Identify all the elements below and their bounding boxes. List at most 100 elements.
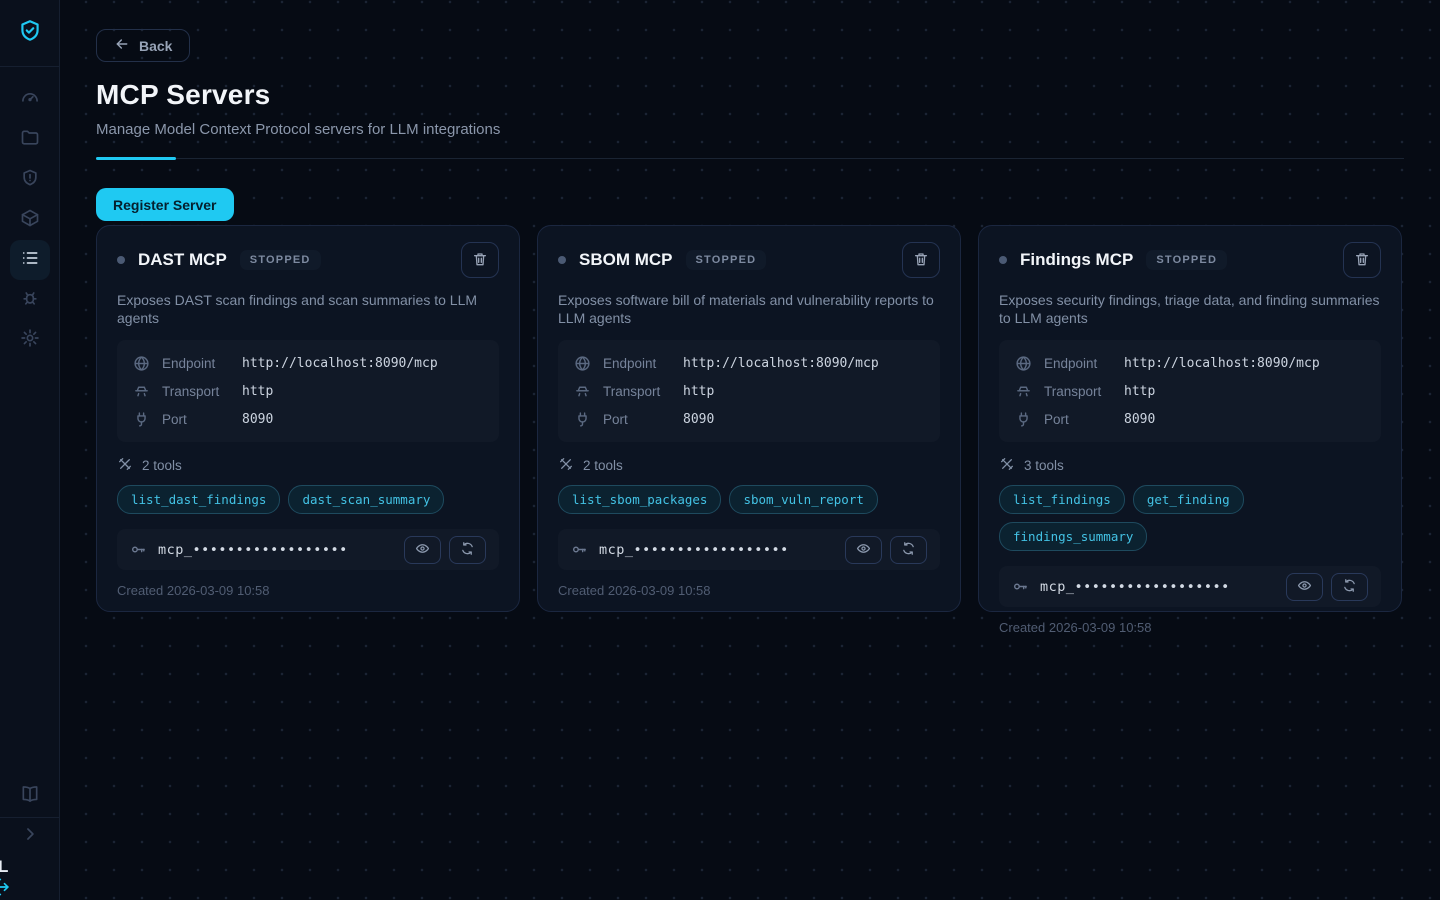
- server-name: DAST MCP: [138, 250, 227, 270]
- detail-row-transport: Transport http: [133, 377, 483, 405]
- plug-icon: [1015, 411, 1032, 428]
- detail-row-port: Port 8090: [1015, 405, 1365, 433]
- back-button-label: Back: [139, 38, 172, 54]
- sidebar-item-projects[interactable]: [10, 120, 50, 160]
- tool-chips: list_findings get_finding findings_summa…: [999, 485, 1381, 551]
- tools-count-line: 3 tools: [999, 456, 1381, 475]
- detail-row-transport: Transport http: [574, 377, 924, 405]
- delete-server-button[interactable]: [902, 242, 940, 278]
- eye-icon: [1297, 578, 1312, 596]
- network-icon: [1015, 383, 1032, 400]
- sidebar-nav: [0, 67, 59, 360]
- tools-count: 2 tools: [142, 458, 182, 473]
- api-key-masked: mcp_••••••••••••••••••: [599, 542, 789, 558]
- network-icon: [574, 383, 591, 400]
- refresh-icon: [460, 541, 475, 559]
- endpoint-label: Endpoint: [1044, 356, 1124, 371]
- reveal-key-button[interactable]: [404, 536, 441, 564]
- sidebar-item-dashboard[interactable]: [10, 80, 50, 120]
- gauge-icon: [20, 88, 40, 113]
- shield-alert-icon: [20, 168, 40, 193]
- server-name: Findings MCP: [1020, 250, 1133, 270]
- shield-check-icon: [17, 18, 43, 49]
- main-content: Back MCP Servers Manage Model Context Pr…: [60, 0, 1440, 900]
- plug-icon: [574, 411, 591, 428]
- status-dot: [999, 256, 1007, 264]
- arrow-left-icon: [114, 36, 130, 55]
- detail-row-port: Port 8090: [133, 405, 483, 433]
- sidebar-item-packages[interactable]: [10, 200, 50, 240]
- sidebar-item-settings[interactable]: [10, 320, 50, 360]
- tool-chips: list_sbom_packages sbom_vuln_report: [558, 485, 940, 514]
- refresh-icon: [901, 541, 916, 559]
- port-label: Port: [603, 412, 683, 427]
- reveal-key-button[interactable]: [845, 536, 882, 564]
- tool-chip: sbom_vuln_report: [729, 485, 877, 514]
- header-divider-accent: [96, 157, 176, 160]
- tool-chip: dast_scan_summary: [288, 485, 444, 514]
- folder-icon: [20, 128, 40, 153]
- sidebar-item-docs[interactable]: [10, 776, 50, 816]
- tool-chip: list_sbom_packages: [558, 485, 721, 514]
- sidebar-expand-button[interactable]: [10, 816, 50, 856]
- trash-icon: [1354, 251, 1370, 270]
- port-value: 8090: [242, 412, 273, 427]
- transport-label: Transport: [162, 384, 242, 399]
- eye-icon: [856, 541, 871, 559]
- sidebar-item-issues[interactable]: [10, 280, 50, 320]
- logout-button[interactable]: [0, 877, 14, 900]
- sidebar-footer-label: L: [0, 857, 8, 877]
- trash-icon: [472, 251, 488, 270]
- app-logo[interactable]: [0, 0, 59, 67]
- api-key-masked: mcp_••••••••••••••••••: [158, 542, 348, 558]
- status-badge: STOPPED: [686, 250, 767, 270]
- key-icon: [571, 541, 588, 558]
- server-card-findings: Findings MCP STOPPED Exposes security fi…: [978, 225, 1402, 612]
- endpoint-value: http://localhost:8090/mcp: [683, 356, 879, 371]
- register-server-button[interactable]: Register Server: [96, 188, 234, 221]
- endpoint-label: Endpoint: [603, 356, 683, 371]
- tools-icon: [117, 456, 133, 475]
- port-label: Port: [162, 412, 242, 427]
- rotate-key-button[interactable]: [890, 536, 927, 564]
- eye-icon: [415, 541, 430, 559]
- header-divider: [96, 157, 1404, 161]
- tools-icon: [558, 456, 574, 475]
- status-dot: [558, 256, 566, 264]
- logout-icon: [0, 884, 14, 900]
- globe-icon: [133, 355, 150, 372]
- status-dot: [117, 256, 125, 264]
- delete-server-button[interactable]: [461, 242, 499, 278]
- rotate-key-button[interactable]: [449, 536, 486, 564]
- card-header: SBOM MCP STOPPED: [558, 242, 940, 278]
- port-label: Port: [1044, 412, 1124, 427]
- tool-chip: findings_summary: [999, 522, 1147, 551]
- package-icon: [20, 208, 40, 233]
- back-button[interactable]: Back: [96, 29, 190, 62]
- server-description: Exposes software bill of materials and v…: [558, 291, 940, 327]
- transport-value: http: [683, 384, 714, 399]
- reveal-key-button[interactable]: [1286, 573, 1323, 601]
- key-icon: [130, 541, 147, 558]
- server-description: Exposes DAST scan findings and scan summ…: [117, 291, 499, 327]
- tools-count-line: 2 tools: [558, 456, 940, 475]
- card-header: DAST MCP STOPPED: [117, 242, 499, 278]
- delete-server-button[interactable]: [1343, 242, 1381, 278]
- server-card-dast: DAST MCP STOPPED Exposes DAST scan findi…: [96, 225, 520, 612]
- rotate-key-button[interactable]: [1331, 573, 1368, 601]
- api-key-panel: mcp_••••••••••••••••••: [558, 529, 940, 570]
- tool-chips: list_dast_findings dast_scan_summary: [117, 485, 499, 514]
- transport-value: http: [242, 384, 273, 399]
- port-value: 8090: [683, 412, 714, 427]
- endpoint-value: http://localhost:8090/mcp: [242, 356, 438, 371]
- gear-icon: [20, 328, 40, 353]
- status-badge: STOPPED: [1146, 250, 1227, 270]
- sidebar-item-mcp-servers[interactable]: [10, 240, 50, 280]
- sidebar-item-vulnerabilities[interactable]: [10, 160, 50, 200]
- detail-row-transport: Transport http: [1015, 377, 1365, 405]
- detail-row-endpoint: Endpoint http://localhost:8090/mcp: [1015, 349, 1365, 377]
- endpoint-value: http://localhost:8090/mcp: [1124, 356, 1320, 371]
- api-key-masked: mcp_••••••••••••••••••: [1040, 579, 1230, 595]
- server-name: SBOM MCP: [579, 250, 673, 270]
- server-card-sbom: SBOM MCP STOPPED Exposes software bill o…: [537, 225, 961, 612]
